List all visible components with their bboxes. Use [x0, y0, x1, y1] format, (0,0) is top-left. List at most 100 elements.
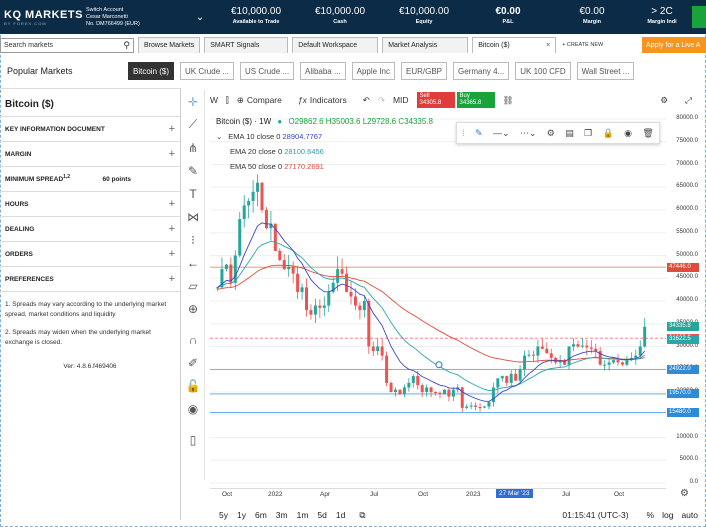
price-axis[interactable]: 80000.0 75000.0 70000.0 65000.0 60000.0 55000…	[666, 112, 706, 488]
draw-lock-icon[interactable]: ✐	[181, 351, 205, 374]
tab-browse-markets[interactable]: Browse Markets	[138, 37, 201, 53]
pitchfork-icon[interactable]: ⋔	[181, 136, 205, 159]
section-key-information[interactable]: KEY INFORMATION DOCUMENT +	[0, 117, 180, 142]
search-input[interactable]: Search markets	[4, 42, 53, 49]
market-chip[interactable]: Bitcoin ($)	[128, 62, 175, 80]
interval-button[interactable]: W	[210, 95, 218, 105]
ema-label: EMA 50 close 0	[230, 162, 283, 171]
tab-default-workspace[interactable]: Default Workspace	[292, 37, 379, 53]
candle-body	[465, 406, 469, 408]
search-icon[interactable]: ⚲	[123, 40, 130, 51]
chevron-down-icon[interactable]: ⌄	[186, 12, 214, 23]
fullscreen-icon[interactable]: ⤢	[685, 95, 692, 106]
section-orders[interactable]: ORDERS +	[0, 242, 180, 267]
account-switcher[interactable]: Switch Account Cesar Marconetti No. DM76…	[86, 7, 186, 28]
eye-icon[interactable]: ◉	[624, 128, 632, 139]
close-icon[interactable]: ×	[546, 42, 550, 49]
log-toggle[interactable]: log	[662, 510, 673, 520]
market-chip[interactable]: UK 100 CFD	[515, 62, 571, 80]
indicators-button[interactable]: ƒx Indicators	[298, 95, 355, 105]
date-range-icon[interactable]: ⧉	[359, 510, 365, 521]
timeframe-5y[interactable]: 5y	[219, 510, 228, 520]
gear-icon[interactable]: ⚙	[547, 128, 555, 139]
chevron-down-icon[interactable]: ⌄	[216, 132, 222, 141]
section-dealing[interactable]: DEALING +	[0, 217, 180, 242]
prediction-icon[interactable]: ⁝	[181, 228, 205, 251]
compare-button[interactable]: ⊕ Compare	[237, 95, 290, 106]
template-icon[interactable]: ▤	[565, 128, 574, 139]
eye-icon[interactable]: ◉	[181, 397, 205, 420]
line-width-icon[interactable]: ⋯⌄	[520, 128, 537, 139]
tab-bitcoin[interactable]: Bitcoin ($) ×	[472, 37, 557, 53]
market-chip[interactable]: Apple Inc	[351, 62, 395, 80]
timeframe-3m[interactable]: 3m	[276, 510, 288, 520]
drawing-toolbar: ✛ ⟋ ⋔ ✎ T ⋈ ⁝ ← ▱ ⊕ ∩ ✐ 🔓 ◉ ▯	[181, 90, 205, 480]
pattern-icon[interactable]: ⋈	[181, 205, 205, 228]
tab-smart-signals[interactable]: SMART Signals	[204, 37, 289, 53]
section-hours[interactable]: HOURS +	[0, 192, 180, 217]
brush-icon[interactable]: ✎	[181, 159, 205, 182]
apply-live-account-button[interactable]: Apply for a Live A	[642, 37, 706, 53]
create-new-button[interactable]: + CREATE NEW	[562, 42, 603, 48]
crosshair-icon[interactable]: ✛	[181, 90, 205, 113]
timeframe-1y[interactable]: 1y	[237, 510, 246, 520]
settings-icon[interactable]: ⚙	[660, 95, 668, 106]
undo-icon[interactable]: ↶	[363, 95, 370, 106]
stat-label: Available to Trade	[232, 19, 280, 25]
mid-price-toggle[interactable]: MID	[393, 95, 409, 105]
search-markets[interactable]: Search markets ⚲	[0, 37, 134, 53]
timeframe-1d[interactable]: 1d	[336, 510, 345, 520]
magnet-icon[interactable]: ∩	[181, 328, 205, 351]
timeframe-5d[interactable]: 5d	[317, 510, 326, 520]
drag-handle-icon[interactable]: ⁞	[462, 128, 465, 138]
market-chip[interactable]: Germany 4...	[453, 62, 510, 80]
tab-market-analysis[interactable]: Market Analysis	[382, 37, 469, 53]
deposit-button[interactable]	[692, 6, 706, 28]
pencil-icon[interactable]: ✎	[475, 128, 483, 139]
zoom-in-icon[interactable]: ⊕	[181, 297, 205, 320]
lock-icon[interactable]: 🔒	[603, 128, 614, 139]
timeframe-6m[interactable]: 6m	[255, 510, 267, 520]
plus-icon[interactable]: +	[169, 123, 175, 135]
section-preferences[interactable]: PREFERENCES +	[0, 267, 180, 292]
candle-type-icon[interactable]: ⫿	[226, 95, 229, 106]
legend-ema-10[interactable]: ⌄ EMA 10 close 0 28904.7767	[216, 129, 433, 144]
lock-icon[interactable]: 🔓	[181, 374, 205, 397]
trend-line-icon[interactable]: ⟋	[181, 113, 205, 136]
minimum-spread-row: MINIMUM SPREAD1,2 60 points	[0, 167, 180, 192]
line-style-icon[interactable]: —⌄	[493, 128, 510, 139]
x-tick-label: 2023	[466, 491, 481, 498]
trash-icon[interactable]: ▯	[181, 428, 205, 451]
section-margin[interactable]: MARGIN +	[0, 142, 180, 167]
market-chip[interactable]: UK Crude ...	[180, 62, 235, 80]
timeframe-1m[interactable]: 1m	[297, 510, 309, 520]
sell-button[interactable]: Sell 34305.8	[416, 92, 455, 108]
candle-body	[367, 301, 371, 347]
market-chip[interactable]: EUR/GBP	[400, 62, 447, 80]
plus-icon[interactable]: +	[169, 248, 175, 260]
plus-icon[interactable]: +	[169, 198, 175, 210]
link-icon[interactable]: ⛓	[503, 95, 514, 106]
legend-ema-20[interactable]: EMA 20 close 0 28100.6456	[216, 144, 433, 159]
text-icon[interactable]: T	[181, 182, 205, 205]
stat-margin: €0.00 Margin	[550, 7, 634, 27]
time-axis[interactable]: Oct2022AprJulOct2023AprJulOct27 Mar '23	[210, 488, 666, 500]
chart-settings-icon[interactable]: ⚙	[680, 488, 689, 499]
plus-icon[interactable]: +	[169, 223, 175, 235]
buy-button[interactable]: Buy 34365.8	[456, 92, 495, 108]
market-chip[interactable]: US Crude ...	[240, 62, 295, 80]
candle-body	[402, 387, 406, 395]
redo-icon[interactable]: ↷	[378, 95, 385, 106]
auto-toggle[interactable]: auto	[681, 510, 698, 520]
ruler-icon[interactable]: ▱	[181, 274, 205, 297]
clone-icon[interactable]: ❐	[584, 128, 592, 139]
plus-icon[interactable]: +	[169, 148, 175, 160]
plus-icon[interactable]: +	[169, 273, 175, 285]
legend-ema-50[interactable]: EMA 50 close 0 27170.2691	[216, 159, 433, 174]
market-chip[interactable]: Wall Street ...	[576, 62, 635, 80]
market-chip[interactable]: Alibaba ...	[300, 62, 346, 80]
trash-icon[interactable]: 🗑	[642, 128, 653, 139]
arrow-left-icon[interactable]: ←	[181, 251, 205, 274]
status-dot-icon: ●	[277, 117, 283, 126]
percent-toggle[interactable]: %	[647, 510, 655, 520]
